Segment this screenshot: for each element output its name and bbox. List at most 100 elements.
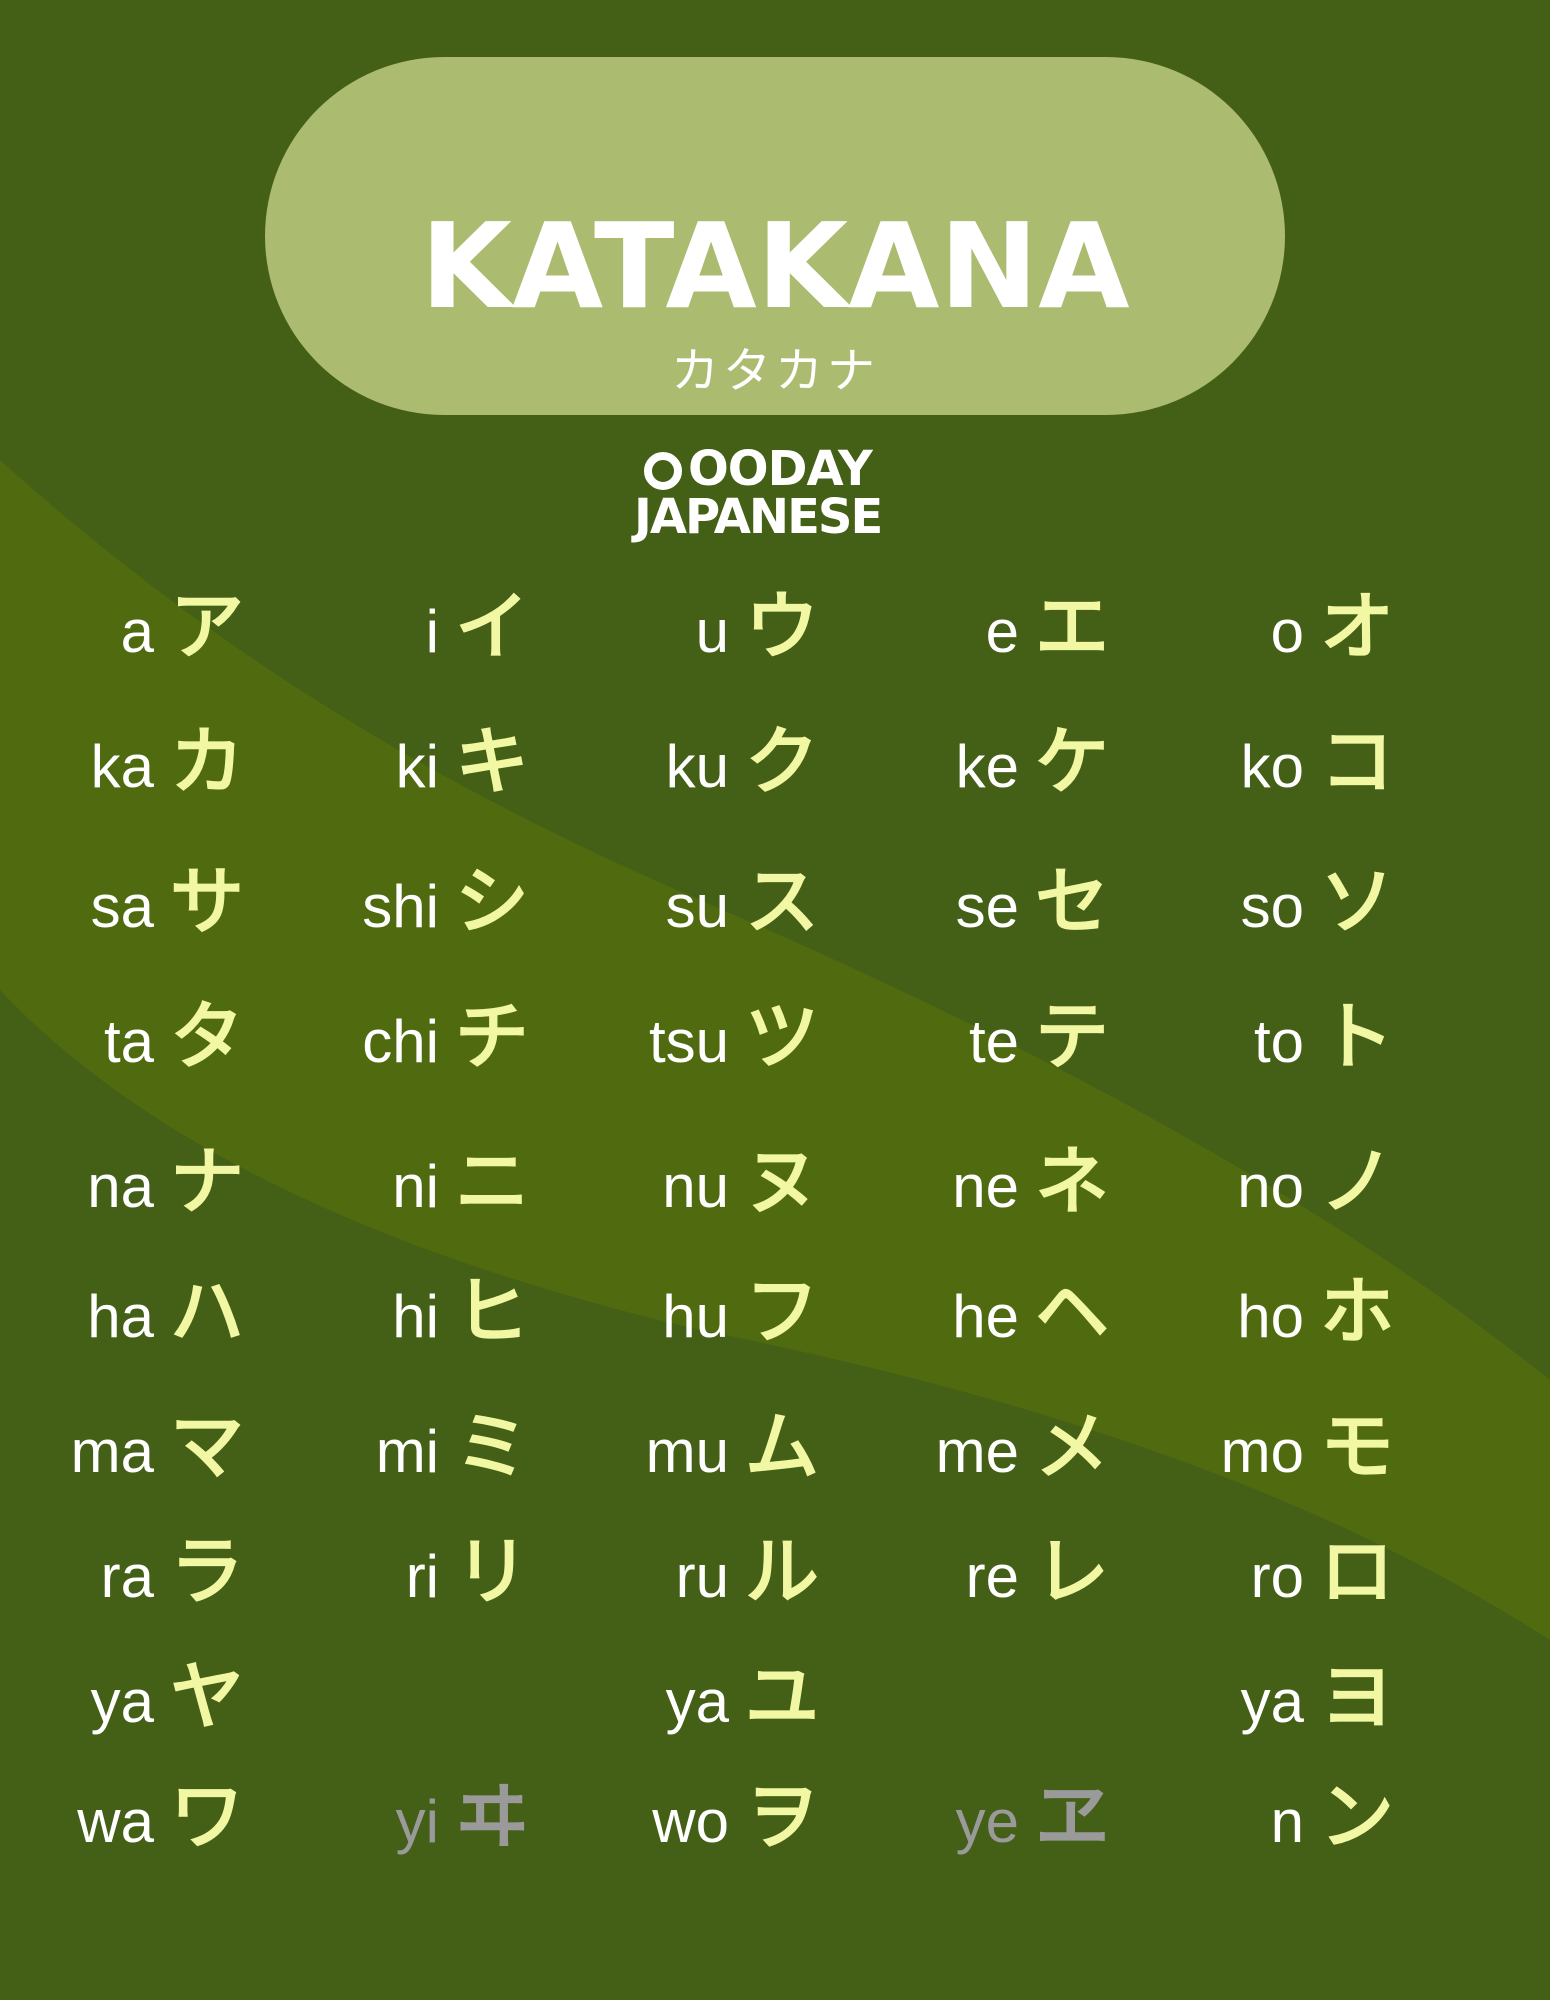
katakana-char: ソ (1320, 859, 1394, 945)
romaji-label: te (968, 1008, 1019, 1075)
katakana-char: サ (170, 859, 244, 945)
kana-cell: eエ (885, 590, 1165, 690)
katakana-char: ハ (170, 1269, 244, 1355)
kana-cell: me メ (885, 1410, 1165, 1510)
katakana-char: レ (1035, 1529, 1109, 1615)
kana-cell: ko コ (1170, 725, 1450, 825)
kana-cell: sa サ (20, 865, 300, 965)
romaji-label: ro (1250, 1543, 1304, 1610)
katakana-char: ヤ (170, 1654, 244, 1740)
kana-cell: te テ (885, 1000, 1165, 1100)
kana-cell: so ソ (1170, 865, 1450, 965)
romaji-label: ho (1237, 1283, 1304, 1350)
kana-cell: ra ラ (20, 1535, 300, 1635)
katakana-char: コ (1320, 719, 1394, 805)
kana-cell: ta タ (20, 1000, 300, 1100)
kana-cell: aア (20, 590, 300, 690)
katakana-char: ル (745, 1529, 819, 1615)
katakana-char: シ (455, 859, 529, 945)
romaji-label: ya (665, 1668, 729, 1735)
kana-cell: ma マ (20, 1410, 300, 1510)
title-banner: KATAKANA カタカナ (265, 57, 1285, 415)
katakana-char: リ (455, 1529, 529, 1615)
romaji-label: wo (652, 1788, 729, 1855)
kana-cell: mo モ (1170, 1410, 1450, 1510)
katakana-char: ク (745, 719, 819, 805)
katakana-char: ユ (745, 1654, 819, 1740)
romaji-label: a (120, 598, 154, 665)
kana-cell: wa ワ (20, 1780, 300, 1880)
romaji-label: e (985, 598, 1019, 665)
katakana-char: セ (1035, 859, 1109, 945)
kana-cell: ne ネ (885, 1145, 1165, 1245)
kana-cell: wo ヲ (595, 1780, 875, 1880)
page-subtitle: カタカナ (670, 343, 879, 399)
romaji-label: ri (405, 1543, 439, 1610)
kana-cell: ke ケ (885, 725, 1165, 825)
romaji-label: o (1270, 598, 1304, 665)
romaji-label: ta (103, 1008, 154, 1075)
katakana-char: タ (170, 994, 244, 1080)
katakana-char: ラ (170, 1529, 244, 1615)
katakana-char: ヌ (745, 1139, 819, 1225)
romaji-label: n (1270, 1788, 1304, 1855)
katakana-char: エ (1035, 584, 1109, 670)
katakana-char: ヨ (1320, 1654, 1394, 1740)
romaji-label: i (425, 598, 439, 665)
romaji-label: ra (100, 1543, 154, 1610)
romaji-label: ni (392, 1153, 439, 1220)
romaji-label: u (695, 598, 729, 665)
kana-cell: na ナ (20, 1145, 300, 1245)
kana-cell: mi ミ (305, 1410, 585, 1510)
kana-cell: ni ニ (305, 1145, 585, 1245)
kana-cell: ro ロ (1170, 1535, 1450, 1635)
romaji-label: yi (395, 1788, 439, 1855)
romaji-label: ki (395, 733, 439, 800)
katakana-char: ヒ (455, 1269, 529, 1355)
katakana-char: ウ (745, 584, 819, 670)
katakana-char: カ (170, 719, 244, 805)
katakana-char: ケ (1035, 719, 1109, 805)
kana-cell: ye ヱ (885, 1780, 1165, 1880)
page-title: KATAKANA (420, 197, 1130, 335)
katakana-char: ニ (455, 1139, 529, 1225)
katakana-char: キ (455, 719, 529, 805)
romaji-label: hu (662, 1283, 729, 1350)
katakana-char: ヱ (1035, 1774, 1109, 1860)
katakana-char: ネ (1035, 1139, 1109, 1225)
romaji-label: me (935, 1418, 1019, 1485)
logo-text-bottom: JAPANESE (634, 489, 883, 545)
katakana-char: イ (455, 584, 529, 670)
katakana-char: ツ (745, 994, 819, 1080)
romaji-label: wa (77, 1788, 154, 1855)
romaji-label: ka (90, 733, 154, 800)
romaji-label: ko (1240, 733, 1304, 800)
kana-cell: se セ (885, 865, 1165, 965)
romaji-label: ru (675, 1543, 729, 1610)
kana-cell: ya ヤ (20, 1660, 300, 1760)
romaji-label: hi (392, 1283, 439, 1350)
kana-cell: ya ユ (595, 1660, 875, 1760)
kana-cell: hi ヒ (305, 1275, 585, 1375)
kana-cell: re レ (885, 1535, 1165, 1635)
kana-cell: oオ (1170, 590, 1450, 690)
katakana-char: テ (1035, 994, 1109, 1080)
romaji-label: no (1237, 1153, 1304, 1220)
katakana-char: マ (170, 1404, 244, 1490)
romaji-label: ha (87, 1283, 154, 1350)
kana-cell: ya ヨ (1170, 1660, 1450, 1760)
kana-cell: uウ (595, 590, 875, 690)
romaji-label: na (87, 1153, 154, 1220)
kana-cell: iイ (305, 590, 585, 690)
katakana-char: メ (1035, 1404, 1109, 1490)
kana-cell: ri リ (305, 1535, 585, 1635)
katakana-char: ミ (455, 1404, 529, 1490)
kana-cell: tsu ツ (595, 1000, 875, 1100)
kana-cell: su ス (595, 865, 875, 965)
romaji-label: nu (662, 1153, 729, 1220)
kana-cell: ku ク (595, 725, 875, 825)
kana-cell: ka カ (20, 725, 300, 825)
katakana-char: オ (1320, 584, 1394, 670)
romaji-label: chi (362, 1008, 439, 1075)
logo-text-top: OODAY (688, 441, 873, 497)
